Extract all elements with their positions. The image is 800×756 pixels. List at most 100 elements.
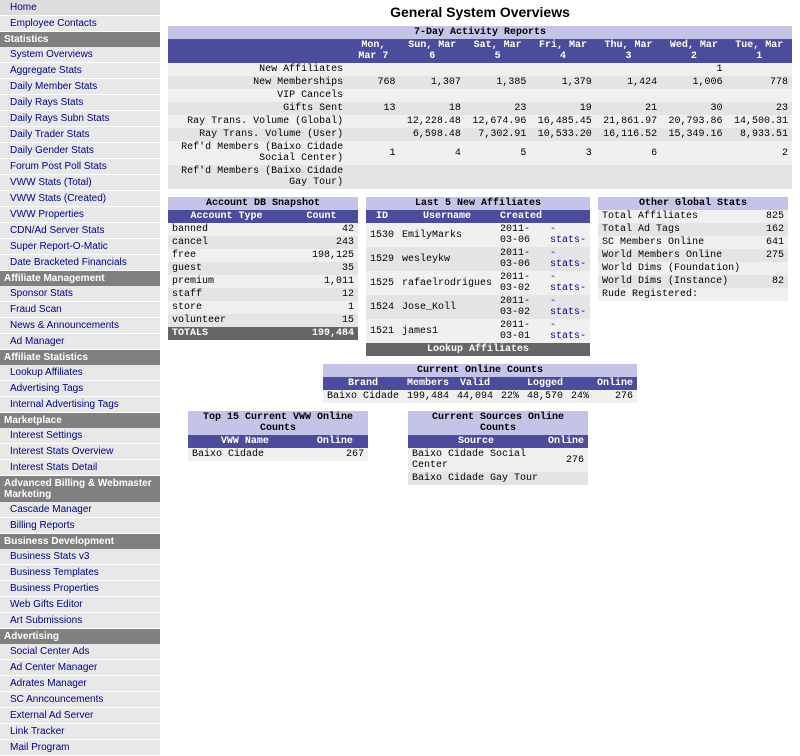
cell: Total Ad Tags xyxy=(598,223,759,236)
nav-item[interactable]: Billing Reports xyxy=(0,518,160,534)
stats-link[interactable]: -stats- xyxy=(546,295,590,319)
nav-item[interactable]: Mail Program xyxy=(0,740,160,756)
nav-item[interactable]: Daily Trader Stats xyxy=(0,127,160,143)
nav-item[interactable]: Lookup Affiliates xyxy=(0,365,160,381)
col-header: Wed, Mar 2 xyxy=(661,39,726,63)
stats-link[interactable]: -stats- xyxy=(546,223,590,247)
cell: 12 xyxy=(285,288,358,301)
nav-item[interactable]: Sponsor Stats xyxy=(0,286,160,302)
stats-link[interactable]: -stats- xyxy=(546,271,590,295)
nav-item[interactable]: VWW Stats (Total) xyxy=(0,175,160,191)
nav-item[interactable]: Daily Rays Stats xyxy=(0,95,160,111)
stats-link[interactable]: -stats- xyxy=(546,247,590,271)
cell: 20,793.86 xyxy=(661,115,726,128)
sources-table: Current Sources Online CountsSourceOnlin… xyxy=(408,411,588,485)
cell: 162 xyxy=(759,223,788,236)
table-row: World Dims (Foundation) xyxy=(598,262,788,275)
nav-item[interactable]: Interest Stats Overview xyxy=(0,444,160,460)
nav-item[interactable]: VWW Stats (Created) xyxy=(0,191,160,207)
cell: banned xyxy=(168,223,285,236)
cell: 22% xyxy=(497,390,523,403)
cell: 19 xyxy=(530,102,595,115)
nav-item[interactable]: System Overviews xyxy=(0,47,160,63)
nav-item[interactable]: Forum Post Poll Stats xyxy=(0,159,160,175)
cell: 275 xyxy=(759,249,788,262)
nav-item[interactable]: Daily Member Stats xyxy=(0,79,160,95)
cell xyxy=(347,89,399,102)
cell xyxy=(400,89,465,102)
col-header: Username xyxy=(398,210,496,223)
col-header: Online xyxy=(593,377,637,390)
nav-item[interactable]: CDN/Ad Server Stats xyxy=(0,223,160,239)
nav-item[interactable]: News & Announcements xyxy=(0,318,160,334)
cell xyxy=(727,63,792,76)
row-label: Ray Trans. Volume (Global) xyxy=(168,115,347,128)
cell: 21 xyxy=(596,102,661,115)
nav-item[interactable]: Interest Settings xyxy=(0,428,160,444)
cell: cancel xyxy=(168,236,285,249)
nav-item[interactable]: SC Anncouncements xyxy=(0,692,160,708)
table-row: New Affiliates1 xyxy=(168,63,792,76)
cell: 30 xyxy=(661,102,726,115)
cell: 12,228.48 xyxy=(400,115,465,128)
table-row: volunteer15 xyxy=(168,314,358,327)
nav-item[interactable]: Super Report-O-Matic xyxy=(0,239,160,255)
nav-item[interactable]: Web Gifts Editor xyxy=(0,597,160,613)
nav-item[interactable]: Business Properties xyxy=(0,581,160,597)
totals-row: TOTALS199,484 xyxy=(168,327,358,340)
cell: wesleykw xyxy=(398,247,496,271)
nav-item[interactable]: Adrates Manager xyxy=(0,676,160,692)
nav-item[interactable]: Business Templates xyxy=(0,565,160,581)
nav-item[interactable]: Daily Gender Stats xyxy=(0,143,160,159)
nav-item[interactable]: Date Bracketed Financials xyxy=(0,255,160,271)
nav-item[interactable]: Aggregate Stats xyxy=(0,63,160,79)
nav-item[interactable]: VWW Properties xyxy=(0,207,160,223)
cell xyxy=(727,165,792,189)
nav-item[interactable]: Interest Stats Detail xyxy=(0,460,160,476)
nav-item[interactable]: Daily Rays Subn Stats xyxy=(0,111,160,127)
nav-item[interactable]: Social Center Ads xyxy=(0,644,160,660)
global-stats-table: Other Global StatsTotal Affiliates825Tot… xyxy=(598,197,788,301)
nav-item[interactable]: Link Tracker xyxy=(0,724,160,740)
cell xyxy=(465,89,530,102)
stats-link[interactable]: -stats- xyxy=(546,319,590,343)
nav-item[interactable]: Home xyxy=(0,0,160,16)
table-row: Baixo Cidade Social Center276 xyxy=(408,448,588,472)
nav-item[interactable]: Advertising Tags xyxy=(0,381,160,397)
cell: 15,349.16 xyxy=(661,128,726,141)
page-title: General System Overviews xyxy=(168,4,792,20)
cell: 243 xyxy=(285,236,358,249)
table-row: Total Ad Tags162 xyxy=(598,223,788,236)
cell: 8,933.51 xyxy=(727,128,792,141)
nav-item[interactable]: Fraud Scan xyxy=(0,302,160,318)
table-row: Total Affiliates825 xyxy=(598,210,788,223)
cell: Baixo Cidade xyxy=(323,390,403,403)
nav-item[interactable]: Business Stats v3 xyxy=(0,549,160,565)
nav-item[interactable]: Ad Manager xyxy=(0,334,160,350)
nav-item[interactable]: Art Submissions xyxy=(0,613,160,629)
online-counts-table: Current Online CountsBrandMembersValidLo… xyxy=(323,364,637,403)
nav-item[interactable]: Internal Advertising Tags xyxy=(0,397,160,413)
cell: 13 xyxy=(347,102,399,115)
nav-item[interactable]: Employee Contacts xyxy=(0,16,160,32)
lookup-affiliates-button[interactable]: Lookup Affiliates xyxy=(427,344,529,355)
cell: 44,094 xyxy=(453,390,497,403)
cell: Rude Registered: xyxy=(598,288,759,301)
table-title: Account DB Snapshot xyxy=(168,197,358,210)
cell xyxy=(544,472,588,485)
nav-header: Business Development xyxy=(0,534,160,549)
nav-item[interactable]: Cascade Manager xyxy=(0,502,160,518)
nav-item[interactable]: External Ad Server xyxy=(0,708,160,724)
table-row: 1530EmilyMarks2011-03-06-stats- xyxy=(366,223,590,247)
cell: 1,307 xyxy=(400,76,465,89)
cell: 18 xyxy=(400,102,465,115)
nav-item[interactable]: Ad Center Manager xyxy=(0,660,160,676)
cell xyxy=(759,288,788,301)
cell: 1,006 xyxy=(661,76,726,89)
table-row: Ref'd Members (Baixo Cidade Social Cente… xyxy=(168,141,792,165)
cell xyxy=(596,165,661,189)
table-row: New Memberships7681,3071,3851,3791,4241,… xyxy=(168,76,792,89)
col-header: Account Type xyxy=(168,210,285,223)
cell: 778 xyxy=(727,76,792,89)
col-header: Created xyxy=(496,210,546,223)
